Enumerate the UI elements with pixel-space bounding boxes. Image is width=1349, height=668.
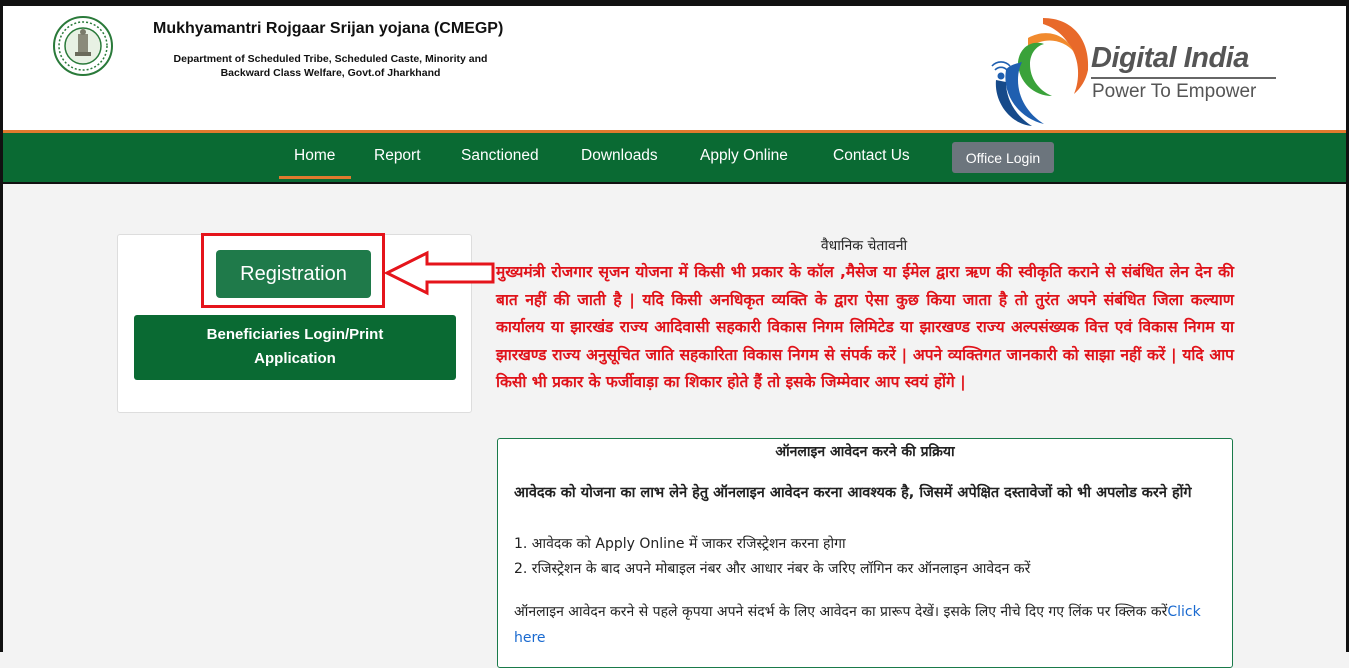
process-note: ऑनलाइन आवेदन करने से पहले कृपया अपने संद… xyxy=(514,599,1214,651)
main-nav-bar: Home Report Sanctioned Downloads Apply O… xyxy=(3,130,1346,184)
digital-india-tagline: Power To Empower xyxy=(1092,81,1257,102)
pointer-arrow-icon xyxy=(383,250,495,296)
main-nav: Home Report Sanctioned Downloads Apply O… xyxy=(3,133,1346,182)
nav-home[interactable]: Home xyxy=(278,147,352,179)
logo-underline xyxy=(1091,77,1276,79)
beneficiaries-login-button[interactable]: Beneficiaries Login/Print Application xyxy=(134,315,456,380)
jharkhand-govt-seal-icon xyxy=(53,16,113,76)
digital-india-title: Digital India xyxy=(1091,42,1249,74)
nav-sanctioned[interactable]: Sanctioned xyxy=(461,147,539,165)
site-title: Mukhyamantri Rojgaar Srijan yojana (CMEG… xyxy=(153,20,504,37)
office-login-button[interactable]: Office Login xyxy=(952,142,1054,173)
process-step-1: 1. आवेदक को Apply Online में जाकर रजिस्ट… xyxy=(514,536,846,552)
process-step-2: 2. रजिस्ट्रेशन के बाद अपने मोबाइल नंबर औ… xyxy=(514,561,1031,577)
department-line-1: Department of Scheduled Tribe, Scheduled… xyxy=(173,53,488,65)
warning-title: वैधानिक चेतावनी xyxy=(820,238,908,254)
nav-report[interactable]: Report xyxy=(374,147,421,165)
registration-highlight-box xyxy=(201,233,385,308)
nav-contact-us[interactable]: Contact Us xyxy=(833,147,910,165)
nav-apply-online[interactable]: Apply Online xyxy=(700,147,788,165)
process-note-text: ऑनलाइन आवेदन करने से पहले कृपया अपने संद… xyxy=(514,604,1168,620)
department-name: Department of Scheduled Tribe, Scheduled… xyxy=(163,52,498,80)
warning-text: मुख्यमंत्री रोजगार सृजन योजना में किसी भ… xyxy=(496,263,1234,391)
nav-downloads[interactable]: Downloads xyxy=(581,147,658,165)
site-header: Mukhyamantri Rojgaar Srijan yojana (CMEG… xyxy=(3,6,1346,130)
process-title: ऑनलाइन आवेदन करने की प्रक्रिया xyxy=(775,444,955,460)
beneficiaries-label-line-2: Application xyxy=(254,350,336,367)
process-lead: आवेदक को योजना का लाभ लेने हेतु ऑनलाइन आ… xyxy=(514,485,1192,501)
department-line-2: Backward Class Welfare, Govt.of Jharkhan… xyxy=(220,67,441,79)
online-process-box: ऑनलाइन आवेदन करने की प्रक्रिया आवेदक को … xyxy=(497,438,1233,668)
digital-india-logo-icon xyxy=(991,18,1089,126)
beneficiaries-label-line-1: Beneficiaries Login/Print xyxy=(206,326,384,343)
